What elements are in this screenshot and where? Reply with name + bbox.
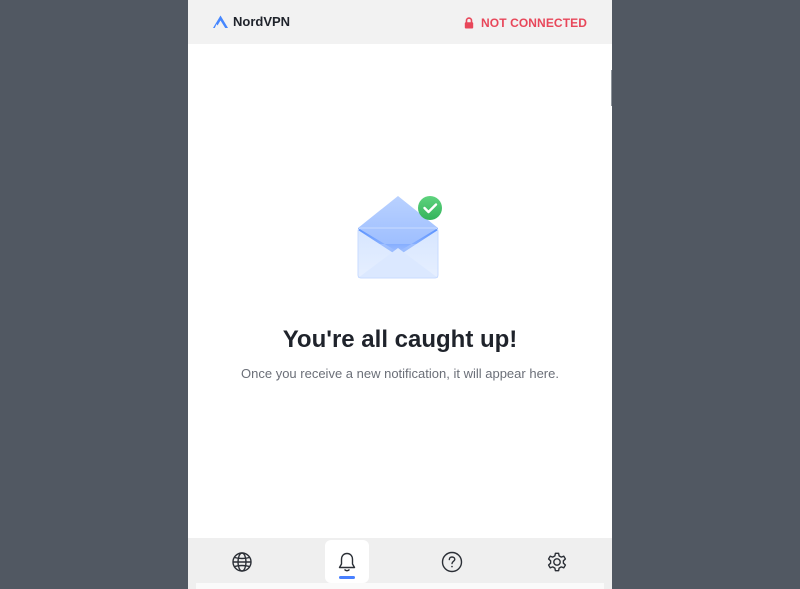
envelope-check-icon (357, 196, 442, 279)
bell-icon (338, 552, 356, 571)
active-tab-indicator (339, 576, 355, 579)
globe-icon (232, 551, 252, 572)
gear-icon (547, 552, 567, 571)
bottom-navigation (188, 538, 612, 589)
nav-bottom-strip (196, 583, 604, 589)
lock-icon (464, 17, 474, 29)
nav-notifications-button[interactable] (325, 540, 369, 583)
window-edge-divider (611, 70, 612, 106)
top-bar: NordVPN NOT CONNECTED (188, 0, 612, 44)
app-window: NordVPN NOT CONNECTED You're all caught … (188, 0, 612, 589)
connection-status[interactable]: NOT CONNECTED (464, 16, 587, 30)
nav-countries-button[interactable] (220, 540, 264, 583)
status-text: NOT CONNECTED (481, 16, 587, 30)
help-circle-icon (441, 551, 463, 572)
nav-help-button[interactable] (430, 540, 474, 583)
empty-state-title: You're all caught up! (282, 326, 518, 353)
nordvpn-mountain-icon (213, 15, 228, 28)
brand: NordVPN (212, 14, 290, 29)
empty-state-message: Once you receive a new notification, it … (241, 366, 559, 381)
nav-settings-button[interactable] (535, 540, 579, 583)
brand-name: NordVPN (233, 14, 291, 29)
